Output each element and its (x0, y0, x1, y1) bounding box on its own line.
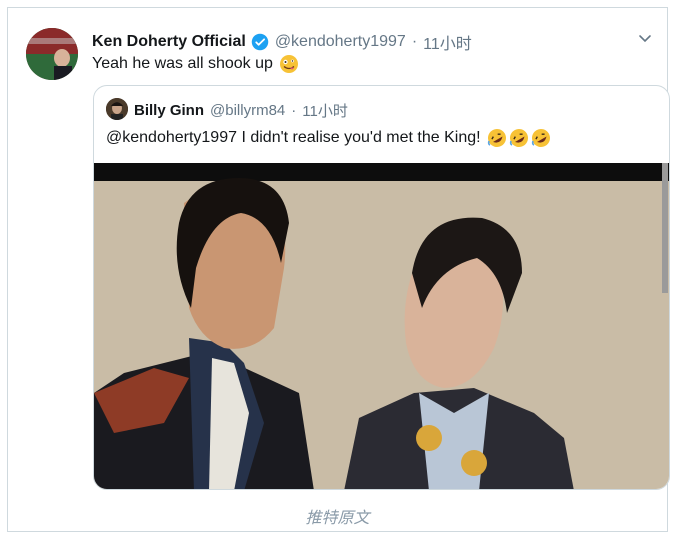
chevron-down-icon[interactable] (637, 30, 653, 46)
author-display-name[interactable]: Ken Doherty Official (92, 33, 246, 51)
tweet-card[interactable]: Ken Doherty Official @kendoherty1997 · 1… (7, 7, 670, 532)
quoted-tweet-timestamp[interactable]: 11小时 (302, 100, 348, 121)
author-avatar[interactable] (26, 28, 78, 80)
quoted-tweet[interactable]: Billy Ginn @billyrm84 · 11小时 @kendoherty… (93, 85, 670, 490)
separator-dot: · (411, 33, 418, 50)
tweet-header: Ken Doherty Official @kendoherty1997 · 1… (92, 30, 472, 54)
verified-badge-icon (251, 33, 269, 51)
tweet-body: Yeah he was all shook up (92, 55, 273, 72)
quoted-tweet-header: Billy Ginn @billyrm84 · 11小时 (134, 100, 348, 121)
quoted-media-photo[interactable] (94, 163, 669, 489)
tweet-text: Yeah he was all shook up (92, 54, 299, 74)
rofl-emoji-icon (509, 129, 528, 147)
zany-face-emoji-icon (279, 55, 298, 73)
quoted-tweet-text: @kendoherty1997 I didn't realise you'd m… (106, 128, 551, 148)
quoted-author-avatar[interactable] (106, 98, 128, 120)
quoted-author-handle[interactable]: @billyrm84 (210, 102, 285, 119)
quoted-separator-dot: · (291, 102, 297, 119)
original-tweet-link[interactable]: 推特原文 (0, 504, 675, 528)
rofl-emoji-icon (531, 129, 550, 147)
rofl-emoji-icon (487, 129, 506, 147)
quoted-tweet-body: @kendoherty1997 I didn't realise you'd m… (106, 129, 481, 146)
author-handle[interactable]: @kendoherty1997 (275, 33, 406, 51)
tweet-timestamp[interactable]: 11小时 (423, 30, 472, 54)
quoted-author-display-name[interactable]: Billy Ginn (134, 102, 204, 119)
